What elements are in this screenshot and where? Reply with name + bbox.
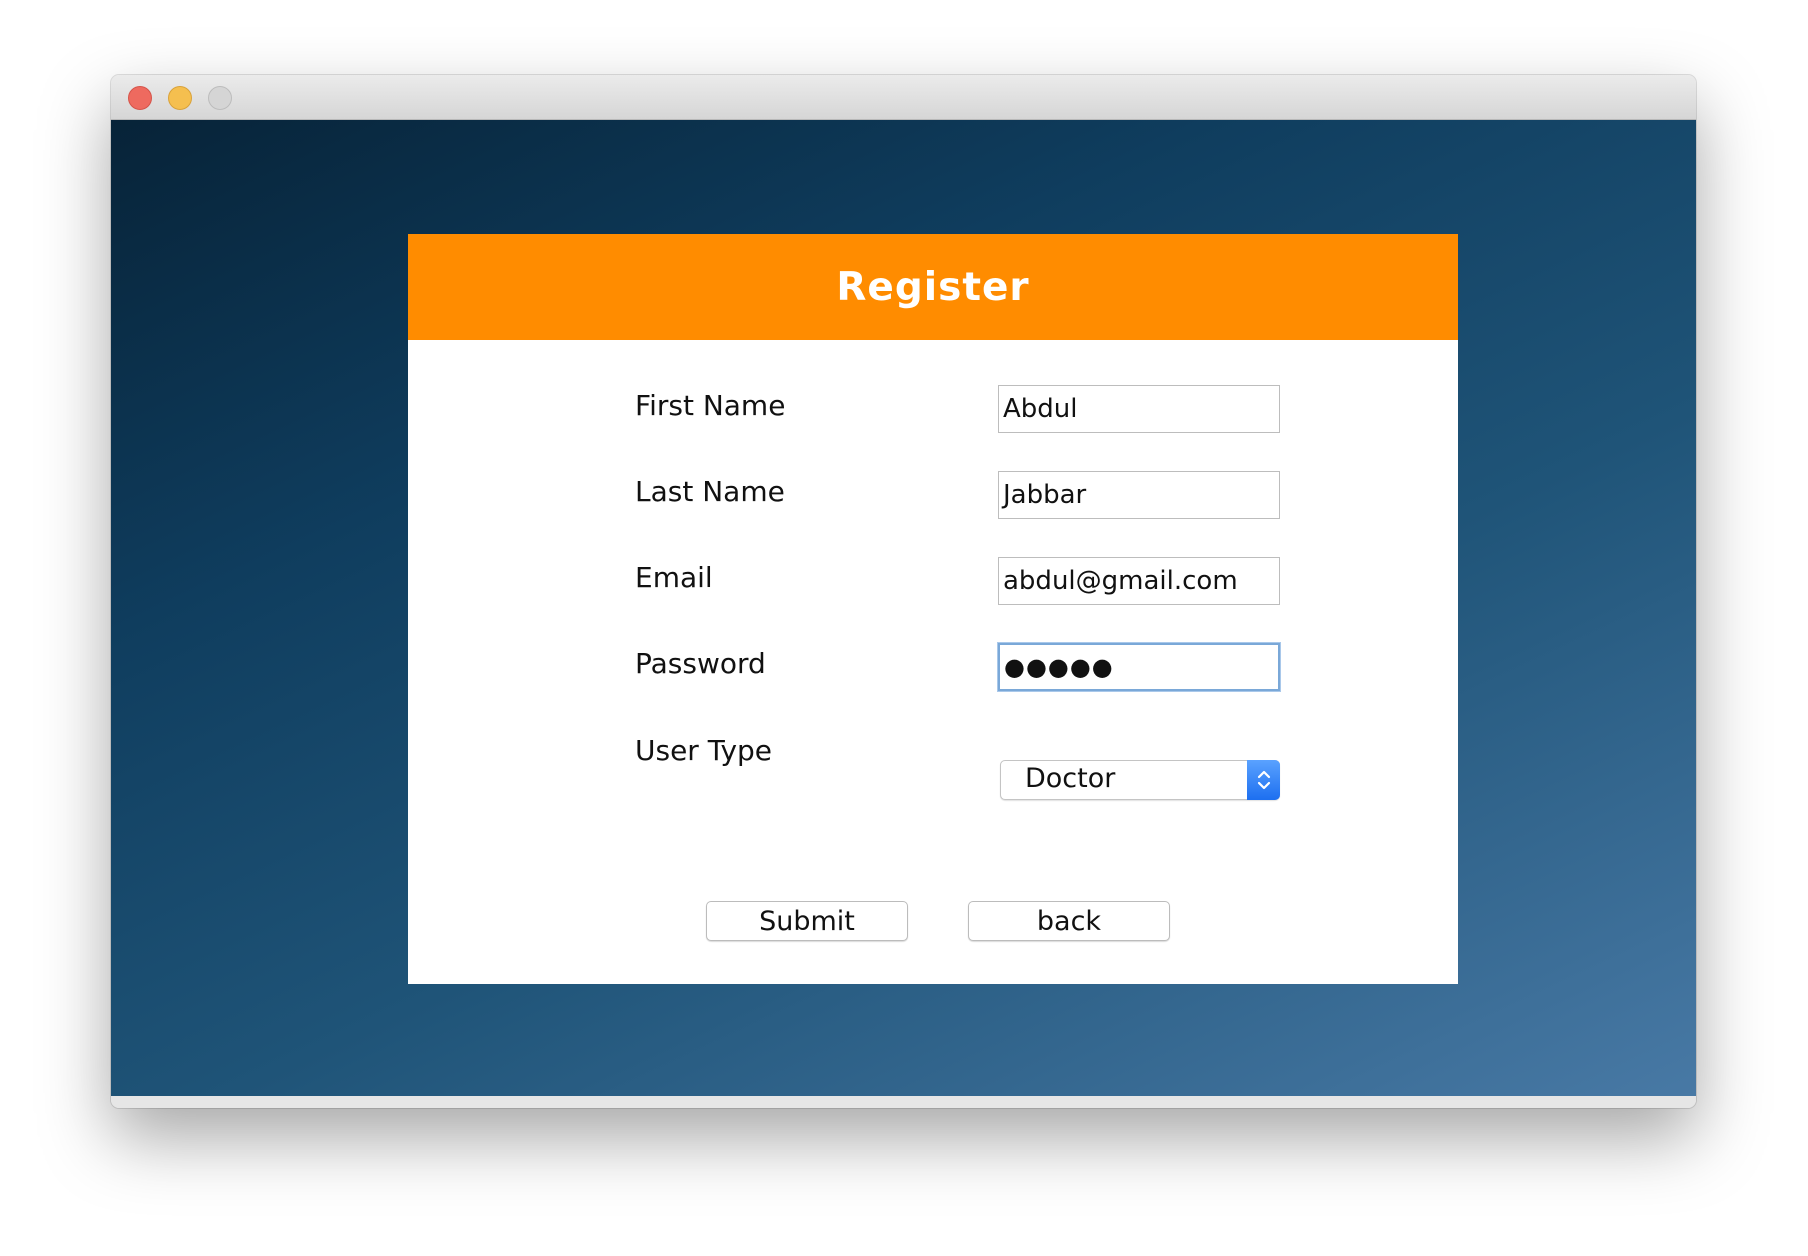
close-window-button[interactable] xyxy=(128,86,152,110)
last-name-label: Last Name xyxy=(635,475,785,508)
user-type-label: User Type xyxy=(635,734,773,767)
user-type-select[interactable]: Doctor xyxy=(1000,760,1280,800)
page-title: Register xyxy=(836,264,1030,310)
first-name-label: First Name xyxy=(635,389,786,422)
zoom-window-button[interactable] xyxy=(208,86,232,110)
chevron-up-down-icon[interactable] xyxy=(1247,760,1280,800)
first-name-field[interactable]: Abdul xyxy=(998,385,1280,433)
register-panel: Register First Name Abdul Last Name Jabb… xyxy=(408,234,1458,984)
submit-button[interactable]: Submit xyxy=(706,901,908,941)
app-window: Register First Name Abdul Last Name Jabb… xyxy=(111,75,1696,1108)
user-type-selected-value: Doctor xyxy=(1025,763,1116,794)
password-field[interactable]: ●●●●● xyxy=(998,643,1280,691)
back-button[interactable]: back xyxy=(968,901,1170,941)
title-bar xyxy=(111,75,1696,120)
window-content: Register First Name Abdul Last Name Jabb… xyxy=(111,120,1696,1096)
register-header: Register xyxy=(408,234,1458,340)
window-bottom-bar xyxy=(111,1096,1696,1108)
last-name-field[interactable]: Jabbar xyxy=(998,471,1280,519)
password-label: Password xyxy=(635,647,766,680)
minimize-window-button[interactable] xyxy=(168,86,192,110)
email-field[interactable]: abdul@gmail.com xyxy=(998,557,1280,605)
email-label: Email xyxy=(635,561,713,594)
password-mask: ●●●●● xyxy=(1004,653,1114,681)
